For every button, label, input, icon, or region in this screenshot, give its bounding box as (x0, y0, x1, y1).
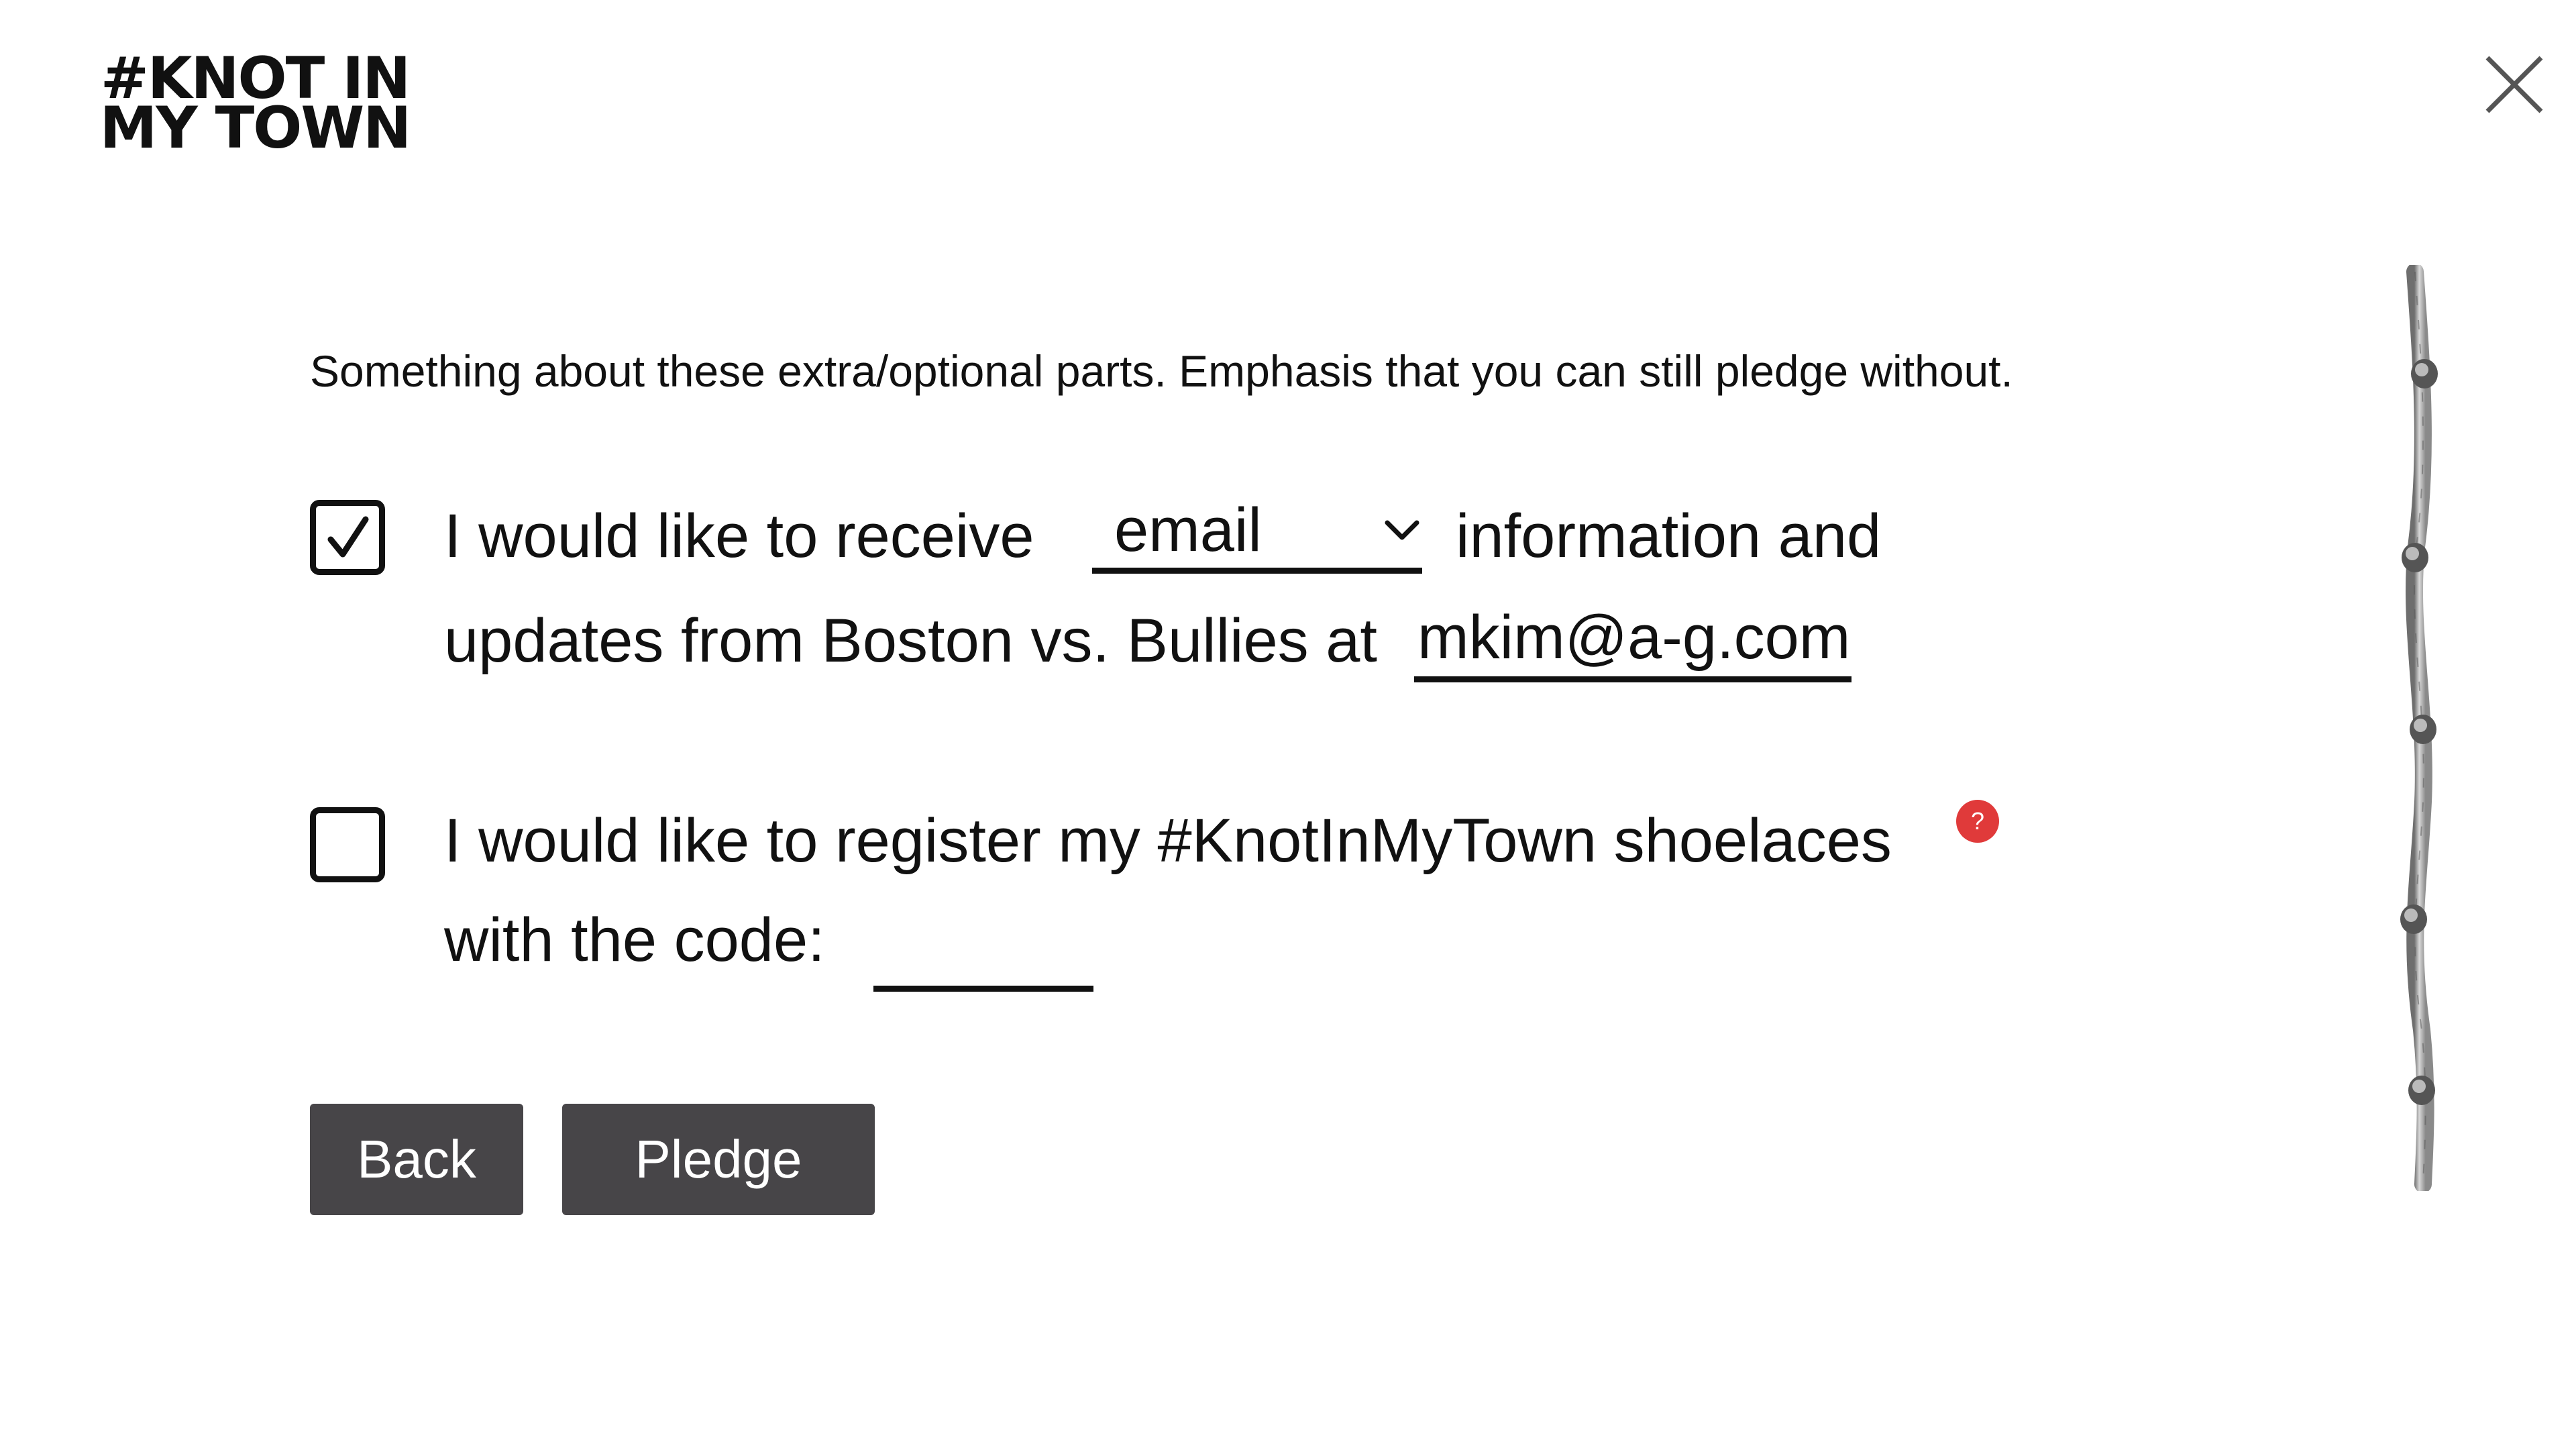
email-value: mkim@a-g.com (1417, 603, 1851, 672)
close-button[interactable] (2482, 52, 2546, 117)
knot-icon (2408, 1076, 2435, 1105)
chevron-down-icon (1385, 520, 1419, 540)
email-field[interactable]: mkim@a-g.com (1414, 601, 1851, 682)
shoelace-illustration (2400, 265, 2438, 1191)
register-text: I would like to register my #KnotInMyTow… (444, 807, 1892, 875)
receive-text-after: information and (1456, 502, 1882, 570)
logo-line-2: MY TOWN (99, 95, 411, 162)
contact-method-value: email (1114, 496, 1262, 564)
contact-method-select[interactable]: email (1092, 493, 1422, 574)
brand-logo[interactable]: #KNOT IN MY TOWN (97, 50, 413, 162)
code-label: with the code: (444, 906, 825, 974)
receive-text-before: I would like to receive (444, 502, 1034, 570)
shoelace-code-input[interactable] (873, 919, 1093, 992)
checkmark-icon (327, 516, 369, 558)
back-button[interactable]: Back (310, 1104, 523, 1215)
knot-icon (2411, 359, 2438, 388)
pledge-button[interactable]: Pledge (562, 1104, 875, 1215)
register-shoelaces-checkbox[interactable] (310, 807, 385, 882)
close-icon (2485, 56, 2543, 113)
receive-updates-checkbox[interactable] (310, 500, 385, 575)
knot-icon (2410, 715, 2436, 744)
intro-text: Something about these extra/optional par… (310, 346, 2013, 396)
knot-icon (2400, 904, 2427, 934)
knot-icon (2402, 543, 2428, 572)
pledge-options-page: #KNOT IN MY TOWN Something about these e… (0, 0, 2576, 1454)
updates-text: updates from Boston vs. Bullies at (444, 607, 1377, 675)
help-icon[interactable]: ? (1956, 800, 1999, 843)
